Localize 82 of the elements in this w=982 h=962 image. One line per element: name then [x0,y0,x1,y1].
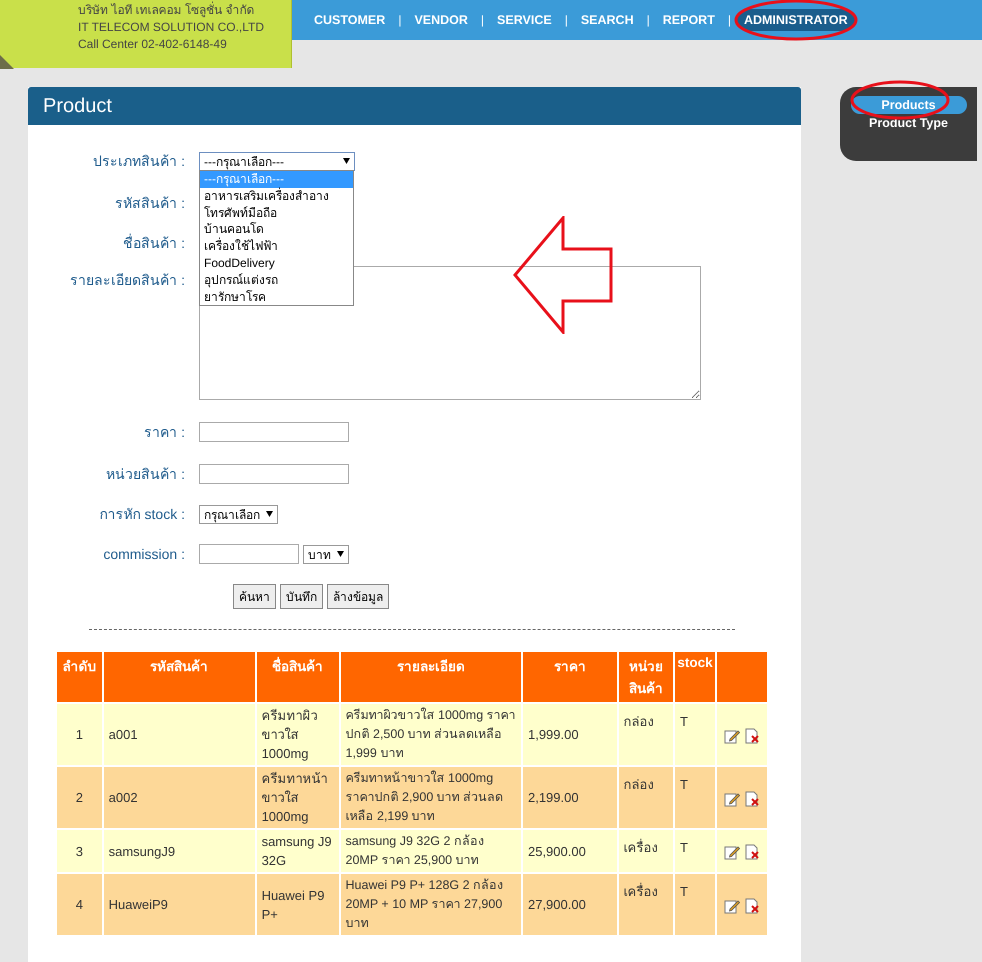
price-input[interactable] [199,422,349,442]
form-button[interactable]: บันทึก [280,584,323,609]
company-text: IT TELECOM SOLUTION CO.,LTD [78,19,266,36]
field-label: หน่วยสินค้า : [105,465,185,484]
dropdown-option[interactable]: บ้านคอนโด [200,221,353,238]
stock-select[interactable]: กรุณาเลือก [199,504,278,524]
table-cell: HuaweiP9 [104,874,255,935]
table-cell: ครีมทาผิวขาวใส 1000mg ราคาปกติ 2,500 บาท ส่วนลดเหลือ 1,999 บาท [340,704,521,765]
nav-separator: | [480,13,486,27]
nav-separator: | [726,13,732,27]
edit-icon[interactable] [724,844,740,860]
table-cell: T [675,767,715,828]
nav-separator: | [564,13,569,27]
table-cell: กล่อง [618,704,673,765]
table-cell: 2,199.00 [522,767,617,828]
table-cell: ครีมทาหน้าขาวใส 1000mg ราคาปกติ 2,900 บาท ส่วนลดเหลือ 2,199 บาท [340,767,521,828]
table-cell: T [675,704,715,765]
edit-icon[interactable] [724,898,740,914]
edit-icon[interactable] [724,728,740,744]
dropdown-option[interactable]: อุปกรณ์แต่งรถ [200,272,353,289]
nav-separator: | [397,13,402,27]
column-header: stock [675,652,715,702]
column-header: หน่วย สินค้า [618,652,673,702]
corner-fold-icon [0,55,14,69]
delete-icon[interactable] [744,844,760,860]
table-cell: เครื่อง [618,874,673,935]
table-cell: ครีมทาผิว ขาวใส 1000mg [256,704,339,765]
edit-icon[interactable] [724,790,740,807]
form-button[interactable]: ค้นหา [233,584,276,609]
commission-input[interactable] [199,544,299,564]
table-cell: T [675,874,715,935]
table-cell: samsung J9 32G 2 กล้อง 20MP ราคา 25,900 บาท [340,830,521,872]
table-cell: 2 [57,767,102,828]
dropdown-option[interactable]: FoodDelivery [200,254,353,272]
dropdown-option[interactable]: เครื่องใช้ไฟฟ้า [200,238,353,255]
table-cell: เครื่อง [618,830,673,872]
field-label: รายละเอียดสินค้า : [69,271,185,290]
type-select[interactable]: ---กรุณาเลือก--- [199,152,355,170]
dropdown-caret-icon [337,551,344,557]
form-button[interactable]: ล้างข้อมูล [327,584,389,609]
currency-select[interactable]: บาท [303,544,349,564]
column-header: ราคา [522,652,617,702]
table-cell: samsungJ9 [104,830,255,872]
nav-separator: | [646,13,651,27]
delete-icon[interactable] [744,728,760,744]
unit-input[interactable] [199,464,349,484]
dropdown-option[interactable]: อาหารเสริมเครื่องสำอาง [200,188,353,205]
field-label: commission : [102,546,185,562]
column-header: ชื่อสินค้า [256,652,339,702]
field-label: ประเภทสินค้า : [92,152,185,171]
table-cell: Huawei P9 P+ [256,874,339,935]
table-cell: 3 [57,830,102,872]
dropdown-option[interactable]: โทรศัพท์มือถือ [200,204,353,222]
company-text: Call Center 02-402-6148-49 [78,36,228,53]
column-header: รหัสสินค้า [104,652,255,702]
table-cell: a002 [104,767,255,828]
company-text: บริษัท ไอที เทเลคอม โซลูชั่น จำกัด [78,2,256,19]
table-cell: samsung J9 32G [256,830,339,872]
dropdown-caret-icon [266,511,273,517]
delete-icon[interactable] [744,898,760,914]
delete-icon[interactable] [744,790,760,807]
table-cell: 25,900.00 [522,830,617,872]
table-cell: 1 [57,704,102,765]
column-header: รายละเอียด [340,652,521,702]
dropdown-option[interactable]: ยารักษาโรค [200,288,353,306]
table-cell: 4 [57,874,102,935]
table-cell: Huawei P9 P+ 128G 2 กล้อง 20MP + 10 MP ราคา 27,900 บาท [340,874,521,935]
table-cell: กล่อง [618,767,673,828]
table-cell: 1,999.00 [522,704,617,765]
field-label: ราคา : [143,423,185,442]
table-cell: a001 [104,704,255,765]
dropdown-caret-icon [343,158,350,164]
field-label: ชื่อสินค้า : [122,232,185,253]
panel-title: Product [43,94,112,118]
nav-link[interactable]: ADMINISTRATOR [736,9,856,31]
table-cell: 27,900.00 [522,874,617,935]
table-cell: ครีมทาหน้า ขาวใส 1000mg [256,767,339,828]
field-label: การหัก stock : [98,505,185,524]
field-label: รหัสสินค้า : [114,194,185,213]
column-header: ลำดับ [57,652,102,702]
sidebar-item[interactable]: Product Type [850,114,966,132]
table-cell: T [675,830,715,872]
